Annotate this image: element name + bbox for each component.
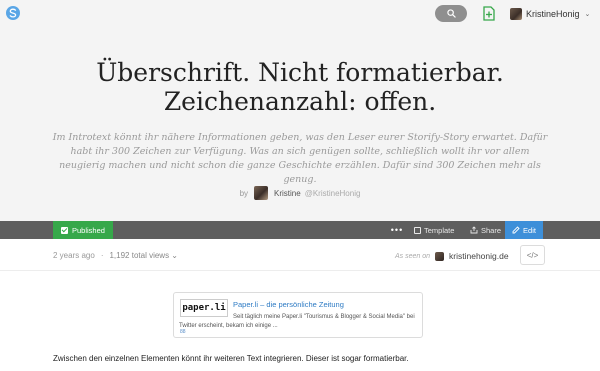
link-card[interactable]: paper.li Paper.li – die persönliche Zeit…	[173, 292, 423, 338]
site-avatar	[435, 251, 445, 261]
checkbox-icon	[61, 226, 68, 234]
user-menu[interactable]: KristineHonig ⌄	[510, 6, 590, 22]
search-icon	[446, 9, 456, 18]
author-avatar[interactable]	[254, 186, 269, 200]
text-paragraph: Zwischen den einzelnen Elementen könnt i…	[53, 354, 409, 363]
views-dropdown[interactable]: 1,192 total views ⌄	[109, 251, 178, 260]
edit-button[interactable]: Edit	[505, 221, 543, 239]
card-title[interactable]: Paper.li – die persönliche Zeitung	[233, 300, 344, 309]
title-line-1: Überschrift. Nicht formatierbar.	[96, 58, 504, 87]
search-button[interactable]	[435, 5, 467, 22]
share-icon	[470, 226, 478, 234]
edit-icon	[512, 226, 520, 234]
meta-separator: ·	[100, 251, 104, 260]
page-title: Überschrift. Nicht formatierbar. Zeichen…	[0, 58, 600, 116]
intro-text: Im Introtext könnt ihr nähere Informatio…	[52, 132, 548, 185]
author-name[interactable]: Kristine	[274, 189, 301, 198]
story-meta: 2 years ago · 1,192 total views ⌄	[53, 251, 178, 260]
site-link[interactable]: kristinehonig.de	[449, 251, 509, 261]
title-line-2: Zeichenanzahl: offen.	[163, 87, 437, 116]
as-seen-on: As seen on kristinehonig.de	[395, 251, 509, 261]
share-label: Share	[481, 225, 502, 235]
action-bar: Published ••• Template Share Edit	[0, 221, 600, 239]
chevron-down-icon: ⌄	[584, 11, 591, 18]
template-button[interactable]: Template	[414, 221, 454, 239]
as-seen-on-label: As seen on	[395, 252, 431, 260]
template-label: Template	[424, 225, 455, 235]
by-label: by	[239, 188, 249, 198]
template-icon	[414, 226, 421, 234]
storify-logo-icon[interactable]	[6, 6, 20, 20]
card-source-mark: 88	[180, 329, 186, 335]
card-description: Seit täglich meine Paper.li "Tourismus &…	[179, 314, 415, 329]
avatar	[510, 8, 522, 20]
share-button[interactable]: Share	[470, 221, 501, 239]
new-story-button[interactable]	[481, 5, 497, 22]
published-label: Published	[72, 225, 105, 235]
new-story-icon	[483, 6, 495, 21]
author-handle[interactable]: @KristineHonig	[305, 189, 361, 198]
divider	[0, 270, 600, 271]
more-button[interactable]: •••	[390, 221, 404, 239]
embed-button[interactable]: </>	[520, 245, 545, 265]
edit-label: Edit	[523, 225, 536, 235]
user-name: KristineHonig	[526, 9, 580, 19]
story-age: 2 years ago	[53, 251, 95, 260]
published-button[interactable]: Published	[53, 221, 113, 239]
byline: by Kristine @KristineHonig	[0, 186, 600, 200]
